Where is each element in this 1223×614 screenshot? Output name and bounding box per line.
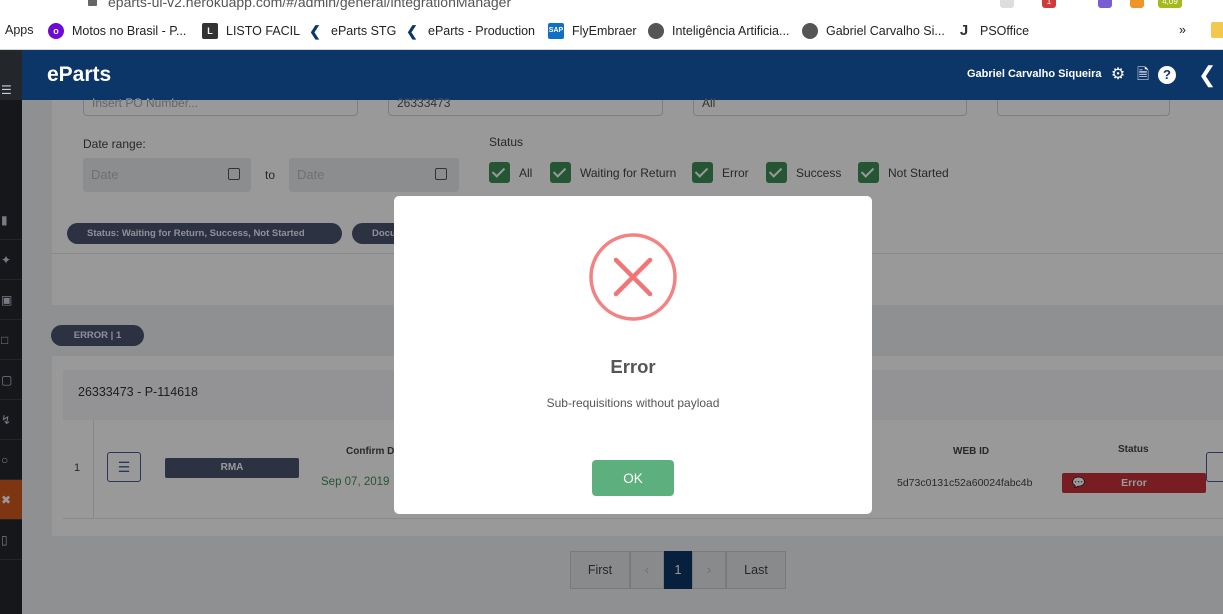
- bookmarks-overflow-button[interactable]: »: [1179, 23, 1186, 37]
- sap-icon: SAP: [548, 23, 564, 39]
- bookmark-psoffice[interactable]: J PSOffice: [956, 23, 1029, 39]
- gear-icon[interactable]: ⚙: [1109, 66, 1127, 84]
- bookmarks-bar: Apps o Motos no Brasil - P... L LISTO FACI…: [0, 12, 1223, 50]
- help-icon[interactable]: ?: [1158, 66, 1176, 84]
- bookmark-eparts-stg[interactable]: ❮ eParts STG: [307, 23, 396, 39]
- folder-icon[interactable]: [1211, 22, 1223, 38]
- bookmark-motos[interactable]: o Motos no Brasil - P...: [48, 23, 186, 39]
- bookmark-apps[interactable]: Apps: [5, 23, 34, 37]
- eparts-arrow-icon: ❮: [307, 23, 323, 39]
- extension-icon[interactable]: [1000, 0, 1014, 8]
- eparts-arrow-icon: ❮: [404, 23, 420, 39]
- lock-icon: [88, 0, 97, 6]
- extension-icon[interactable]: [1130, 0, 1144, 8]
- extension-icon[interactable]: [1098, 0, 1112, 8]
- extension-badge[interactable]: 1: [1042, 0, 1056, 8]
- error-dialog: Error Sub-requisitions without payload O…: [394, 196, 872, 514]
- globe-icon: [648, 23, 664, 39]
- extension-counter[interactable]: 4,09: [1158, 0, 1182, 8]
- listo-icon: L: [202, 23, 218, 39]
- olx-icon: o: [48, 23, 64, 39]
- bookmark-flyembraer[interactable]: SAP FlyEmbraer: [548, 23, 637, 39]
- dialog-title: Error: [610, 356, 656, 377]
- bookmark-ia[interactable]: Inteligência Artificia...: [648, 23, 789, 39]
- browser-address-bar[interactable]: eparts-ui-v2.herokuapp.com/#/admin/gener…: [0, 0, 1223, 12]
- dialog-message: Sub-requisitions without payload: [546, 396, 720, 410]
- user-name[interactable]: Gabriel Carvalho Siqueira: [967, 68, 1102, 80]
- app-logo[interactable]: eParts: [47, 63, 111, 87]
- bookmark-gabriel[interactable]: Gabriel Carvalho Si...: [802, 23, 945, 39]
- app-header: eParts Gabriel Carvalho Siqueira ⚙ 🗎 ? ❮: [0, 50, 1223, 100]
- eparts-arrow-icon[interactable]: ❮: [1198, 64, 1216, 86]
- error-x-icon: [589, 233, 677, 321]
- document-icon[interactable]: 🗎: [1134, 66, 1152, 84]
- ok-button[interactable]: OK: [592, 460, 674, 496]
- url-text[interactable]: eparts-ui-v2.herokuapp.com/#/admin/gener…: [108, 0, 511, 10]
- bookmark-listo[interactable]: L LISTO FACIL: [202, 23, 300, 39]
- globe-icon: [802, 23, 818, 39]
- bookmark-eparts-production[interactable]: ❮ eParts - Production: [404, 23, 535, 39]
- psoffice-icon: J: [956, 23, 972, 39]
